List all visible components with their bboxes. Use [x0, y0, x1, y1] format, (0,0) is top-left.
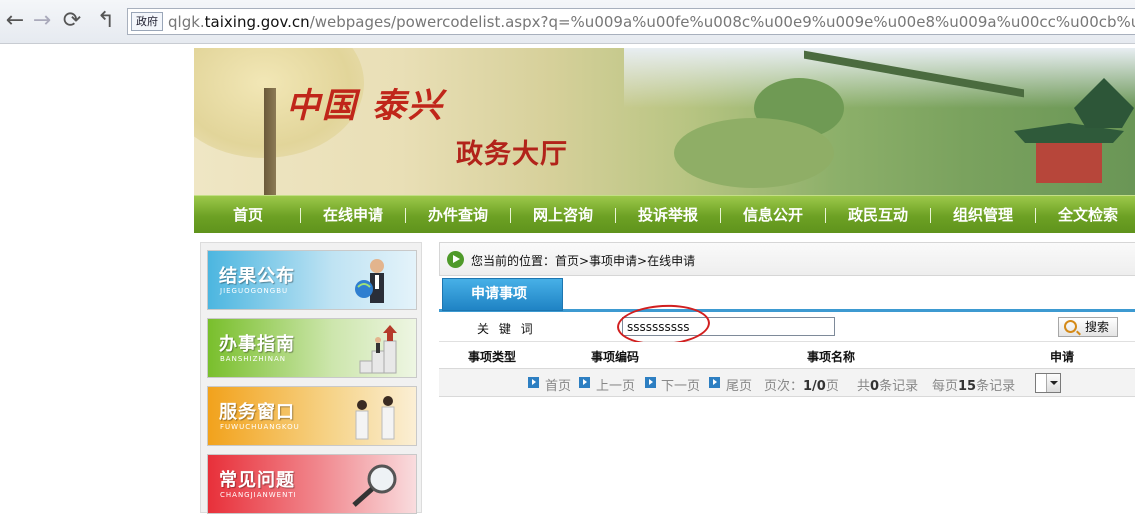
main-panel: 您当前的位置：首页>事项申请>在线申请 申请事项 关 键 词 搜索 事项类型 事… [439, 242, 1135, 513]
sidebar-card-pinyin: BANSHIZHINAN [220, 355, 286, 363]
service-staff-icon [355, 396, 395, 440]
sidebar-card-pinyin: JIEGUOGONGBU [220, 287, 289, 295]
sidebar-card-pinyin: CHANGJIANWENTI [220, 491, 297, 499]
banner-tree-trunk [264, 88, 276, 195]
site-identity-chip[interactable]: 政府 [131, 12, 163, 31]
nav-separator [720, 208, 721, 223]
site-subtitle: 政务大厅 [456, 139, 568, 170]
search-button-label: 搜索 [1084, 320, 1109, 334]
nav-separator [405, 208, 406, 223]
nav-separator [930, 208, 931, 223]
sidebar: 结果公布 JIEGUOGONGBU 办事指南 BANSHIZHINAN 服务窗口… [200, 242, 422, 514]
sidebar-card-faq[interactable]: 常见问题 CHANGJIANWENTI [207, 454, 417, 514]
nav-separator [510, 208, 511, 223]
sidebar-card-title: 办事指南 [219, 334, 295, 355]
search-button[interactable]: 搜索 [1058, 317, 1118, 337]
nav-separator [825, 208, 826, 223]
magnifier-icon [352, 464, 397, 507]
url-text[interactable]: qlgk.taixing.gov.cn/webpages/powercodeli… [168, 12, 1135, 32]
breadcrumb-bar: 您当前的位置：首页>事项申请>在线申请 [439, 242, 1135, 276]
banner-pavilion-body [1036, 143, 1102, 183]
keyword-label: 关 键 词 [477, 322, 536, 336]
nav-item-interaction[interactable]: 政民互动 [837, 196, 919, 234]
nav-item-online-apply[interactable]: 在线申请 [312, 196, 394, 234]
undo-icon[interactable]: ↰ [93, 8, 119, 34]
staircase-arrow-icon [359, 325, 397, 374]
sidebar-card-title: 结果公布 [219, 266, 295, 287]
nav-item-organization[interactable]: 组织管理 [942, 196, 1024, 234]
arrow-right-icon [709, 377, 720, 388]
search-icon [1064, 320, 1077, 333]
arrow-right-icon [645, 377, 656, 388]
address-bar[interactable]: 政府 qlgk.taixing.gov.cn/webpages/powercod… [127, 8, 1135, 35]
pager-prev[interactable]: 上一页 [596, 375, 635, 394]
sidebar-card-guide[interactable]: 办事指南 BANSHIZHINAN [207, 318, 417, 378]
column-header-code: 事项编码 [591, 350, 640, 364]
pager-last[interactable]: 尾页 [726, 375, 752, 394]
main-navigation: 首页 在线申请 办件查询 网上咨询 投诉举报 信息公开 政民互动 组织管理 全文… [194, 195, 1135, 233]
pager-first[interactable]: 首页 [545, 375, 571, 394]
pagination: 首页 上一页 下一页 尾页 页次：1/0页 共0条记录 每页15条记录 [439, 369, 1135, 397]
column-header-type: 事项类型 [468, 350, 517, 364]
search-row: 关 键 词 搜索 [439, 302, 1135, 348]
pager-total-info: 共0条记录 [857, 379, 919, 394]
businessman-globe-icon [355, 259, 384, 303]
sidebar-card-pinyin: FUWUCHUANGKOU [220, 423, 300, 431]
arrow-right-icon [579, 377, 590, 388]
nav-item-full-text-search[interactable]: 全文检索 [1047, 196, 1129, 234]
header-banner: 中国 泰兴 政务大厅 [194, 48, 1135, 195]
nav-separator [1035, 208, 1036, 223]
forward-arrow-icon[interactable]: → [29, 8, 55, 34]
refresh-icon[interactable]: ⟳ [59, 8, 85, 34]
nav-item-complaints[interactable]: 投诉举报 [627, 196, 709, 234]
pager-next[interactable]: 下一页 [661, 375, 700, 394]
play-arrow-icon [447, 251, 464, 268]
keyword-input[interactable] [622, 317, 835, 336]
nav-separator [615, 208, 616, 223]
chevron-down-icon[interactable] [1046, 374, 1060, 392]
table-header: 事项类型 事项编码 事项名称 申请 [439, 342, 1135, 369]
banner-sky [624, 48, 1135, 108]
browser-toolbar: ← → ⟳ ↰ 政府 qlgk.taixing.gov.cn/webpages/… [0, 0, 1135, 44]
nav-item-online-consult[interactable]: 网上咨询 [522, 196, 604, 234]
column-header-name: 事项名称 [807, 350, 856, 364]
column-header-apply: 申请 [1050, 350, 1075, 364]
sidebar-card-title: 常见问题 [219, 470, 295, 491]
tab-application-items[interactable]: 申请事项 [442, 278, 563, 311]
pager-page-info: 页次：1/0页 [764, 379, 839, 394]
breadcrumb: 您当前的位置：首页>事项申请>在线申请 [471, 254, 696, 268]
site-page: 中国 泰兴 政务大厅 首页 在线申请 办件查询 网上咨询 投诉举报 信息公开 政… [194, 48, 1135, 514]
banner-lawn [674, 118, 834, 188]
arrow-right-icon [528, 377, 539, 388]
nav-item-info-disclosure[interactable]: 信息公开 [732, 196, 814, 234]
sidebar-card-results[interactable]: 结果公布 JIEGUOGONGBU [207, 250, 417, 310]
back-arrow-icon[interactable]: ← [2, 8, 28, 34]
nav-item-case-query[interactable]: 办件查询 [417, 196, 499, 234]
tab-bar: 申请事项 [439, 276, 1135, 312]
site-logo[interactable]: 中国 泰兴 [286, 78, 444, 127]
nav-separator [300, 208, 301, 223]
page-select-dropdown[interactable] [1035, 373, 1061, 393]
pager-per-page-info: 每页15条记录 [932, 379, 1016, 394]
sidebar-card-title: 服务窗口 [219, 402, 295, 423]
sidebar-card-service-window[interactable]: 服务窗口 FUWUCHUANGKOU [207, 386, 417, 446]
nav-item-home[interactable]: 首页 [210, 196, 286, 234]
